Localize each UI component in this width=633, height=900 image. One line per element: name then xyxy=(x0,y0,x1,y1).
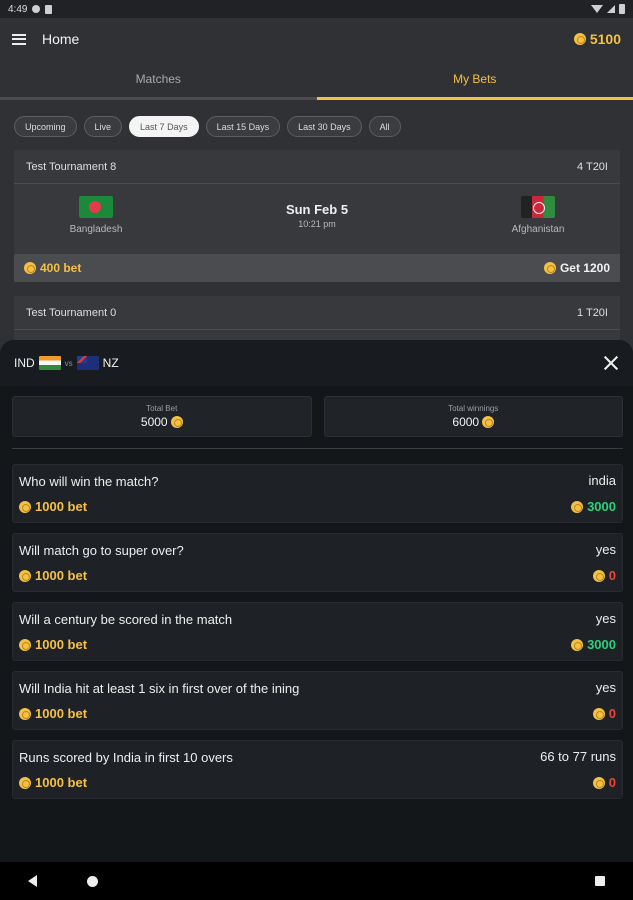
team-right: Afghanistan xyxy=(478,196,598,235)
status-bar: 4:49 xyxy=(0,0,633,18)
bet-winnings: 0 xyxy=(608,568,616,583)
match-bet-summary: 400 bet Get 1200 xyxy=(14,254,620,282)
divider xyxy=(12,448,623,449)
bet-question: Will India hit at least 1 six in first o… xyxy=(19,681,300,696)
tournament-name: Test Tournament 8 xyxy=(26,160,117,173)
wallet-balance[interactable]: 5100 xyxy=(573,31,621,47)
tab-bar: Matches My Bets xyxy=(0,60,633,100)
bet-answer: india xyxy=(588,473,616,488)
coin-icon xyxy=(592,776,605,789)
coin-icon xyxy=(19,776,31,789)
filter-last-15-days[interactable]: Last 15 Days xyxy=(205,116,281,137)
bet-winnings: 0 xyxy=(608,775,616,790)
close-icon[interactable] xyxy=(603,355,619,371)
coin-icon xyxy=(571,638,584,651)
tab-my-bets[interactable]: My Bets xyxy=(316,60,633,100)
recent-apps-icon[interactable] xyxy=(595,876,605,886)
bet-item: Will a century be scored in the match ye… xyxy=(12,602,623,661)
bet-item: Will match go to super over? yes 1000 be… xyxy=(12,533,623,592)
bet-item: Will India hit at least 1 six in first o… xyxy=(12,671,623,730)
bet-answer: yes xyxy=(595,680,616,695)
new-zealand-flag-icon xyxy=(76,356,99,370)
bet-amount: 1000 bet xyxy=(35,637,88,652)
bet-details-sheet: IND vs NZ Total Bet 5000 Total winnings … xyxy=(0,340,633,862)
bet-item: Who will win the match? india 1000 bet 3… xyxy=(12,464,623,523)
bet-answer: yes xyxy=(595,611,616,626)
total-bet-value: 5000 xyxy=(140,415,168,429)
totals-row: Total Bet 5000 Total winnings 6000 xyxy=(12,396,623,437)
bet-amount: 1000 bet xyxy=(35,706,88,721)
sheet-header: IND vs NZ xyxy=(0,340,633,386)
coin-icon xyxy=(592,569,605,582)
system-nav-bar xyxy=(0,862,633,900)
coin-icon xyxy=(19,500,31,513)
status-time: 4:49 xyxy=(8,3,28,15)
total-bet-label: Total Bet xyxy=(146,404,178,413)
bet-list: Who will win the match? india 1000 bet 3… xyxy=(12,464,623,809)
bet-question: Runs scored by India in first 10 overs xyxy=(19,750,233,765)
afghanistan-flag-icon xyxy=(521,196,555,218)
filter-upcoming[interactable]: Upcoming xyxy=(14,116,77,137)
match-card[interactable]: Test Tournament 8 4 T20I Bangladesh Sun … xyxy=(14,150,620,282)
coin-icon xyxy=(571,500,584,513)
back-icon[interactable] xyxy=(28,875,37,887)
coin-icon xyxy=(24,262,36,274)
app-bar: Home 5100 xyxy=(0,18,633,60)
bet-amount: 1000 bet xyxy=(35,499,88,514)
filter-live[interactable]: Live xyxy=(83,116,123,137)
filter-last-30-days[interactable]: Last 30 Days xyxy=(287,116,362,137)
home-icon[interactable] xyxy=(87,875,98,887)
bet-amount: 1000 bet xyxy=(35,568,88,583)
bet-winnings: 0 xyxy=(608,706,616,721)
team-b-code: NZ xyxy=(102,356,119,370)
team-right-name: Afghanistan xyxy=(511,224,565,235)
bet-amount: 400 bet xyxy=(40,261,82,275)
wifi-icon xyxy=(591,5,603,13)
filter-last-7-days[interactable]: Last 7 Days xyxy=(129,116,199,137)
coin-icon xyxy=(170,416,183,428)
sync-icon xyxy=(32,5,41,13)
bet-question: Will match go to super over? xyxy=(19,543,184,558)
bet-winnings: 3000 xyxy=(587,637,616,652)
sd-card-icon xyxy=(45,4,53,14)
balance-value: 5100 xyxy=(589,31,621,47)
coin-icon xyxy=(573,33,586,45)
vs-label: vs xyxy=(64,358,73,368)
team-a-code: IND xyxy=(14,356,35,370)
bet-question: Will a century be scored in the match xyxy=(19,612,233,627)
hamburger-menu-icon[interactable] xyxy=(12,33,26,45)
bet-item: Runs scored by India in first 10 overs 6… xyxy=(12,740,623,799)
coin-icon xyxy=(19,638,31,651)
filter-chips: Upcoming Live Last 7 Days Last 15 Days L… xyxy=(14,116,401,137)
coin-icon xyxy=(543,262,556,274)
filter-all[interactable]: All xyxy=(368,116,401,137)
bet-winnings: 3000 xyxy=(587,499,616,514)
total-winnings-value: 6000 xyxy=(452,415,480,429)
bet-question: Who will win the match? xyxy=(19,474,159,489)
india-flag-icon xyxy=(38,356,61,370)
bet-answer: yes xyxy=(595,542,616,557)
coin-icon xyxy=(592,707,605,720)
bet-amount: 1000 bet xyxy=(35,775,88,790)
total-winnings-label: Total winnings xyxy=(448,404,499,413)
match-format: 4 T20I xyxy=(577,160,608,173)
coin-icon xyxy=(19,569,31,582)
battery-icon xyxy=(619,4,625,14)
total-winnings-box: Total winnings 6000 xyxy=(323,396,623,437)
page-title: Home xyxy=(42,31,80,47)
potential-winnings: Get 1200 xyxy=(559,261,610,275)
coin-icon xyxy=(482,416,495,428)
tab-matches[interactable]: Matches xyxy=(0,60,317,100)
match-format: 1 T20I xyxy=(577,306,608,319)
tournament-name: Test Tournament 0 xyxy=(26,306,117,319)
signal-icon xyxy=(607,5,615,13)
bet-answer: 66 to 77 runs xyxy=(540,749,616,764)
total-bet-box: Total Bet 5000 xyxy=(12,396,312,437)
coin-icon xyxy=(19,707,31,720)
